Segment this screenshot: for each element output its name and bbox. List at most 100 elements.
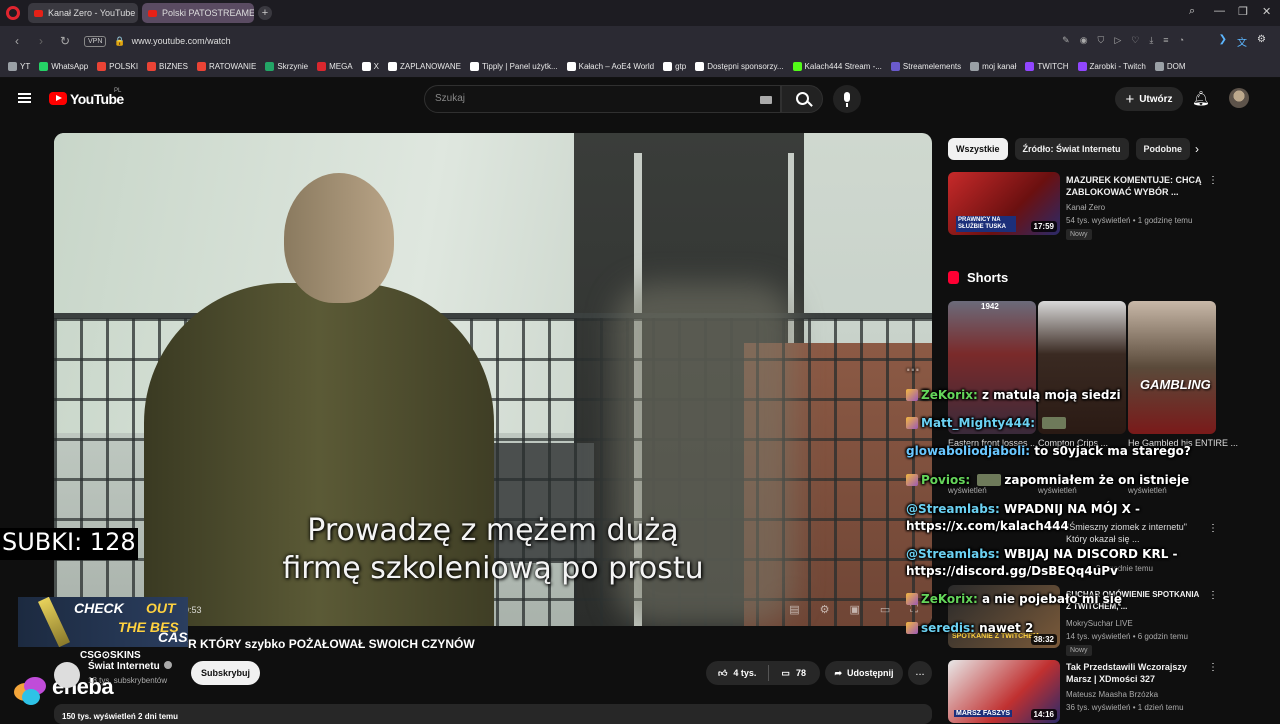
browser-tab-1[interactable]: Kanał Zero - YouTube — [28, 3, 138, 23]
video-duration: 38:32 — [1030, 634, 1057, 645]
minimize-icon[interactable]: — — [1214, 5, 1225, 17]
bookmark-item[interactable]: Dostępni sponsorzy... — [695, 62, 784, 71]
recommended-title[interactable]: MAZUREK KOMENTUJE: CHCĄ ZABLOKOWAĆ WYBÓR… — [1066, 174, 1204, 198]
chat-emote-icon — [1042, 417, 1067, 429]
bookmark-label: Streamelements — [902, 62, 962, 71]
create-button[interactable]: + Utwórz — [1115, 87, 1183, 111]
bookmark-item[interactable]: X — [361, 62, 379, 71]
chat-username: Povios: — [921, 473, 971, 487]
download-icon[interactable]: ⤓ — [1149, 35, 1153, 46]
translate-icon[interactable]: 文 — [1237, 34, 1247, 49]
search-button[interactable] — [781, 85, 823, 113]
tab-label: Polski PATOSTREAMER — [162, 8, 254, 18]
subtitle-line-2: firmę szkoleniową po prostu — [282, 551, 704, 586]
subscribe-button[interactable]: Subskrybuj — [191, 661, 260, 685]
recommended-thumbnail[interactable]: PRAWNICY NA SŁUŻBIE TUSKA 17:59 — [948, 172, 1060, 235]
reload-icon[interactable]: ↻ — [58, 34, 72, 48]
new-tab-button[interactable]: + — [258, 6, 272, 20]
voice-search-button[interactable] — [833, 85, 861, 113]
bookmark-item[interactable]: POLSKI — [97, 62, 138, 71]
bookmark-item[interactable]: RATOWANIE — [196, 62, 256, 71]
recommended-title[interactable]: Tak Przedstawili Wczorajszy Marsz | XDmo… — [1066, 661, 1204, 685]
bookmark-item[interactable]: WhatsApp — [39, 62, 88, 71]
channel-name[interactable]: Świat Internetu — [88, 661, 172, 672]
channel-avatar[interactable] — [54, 662, 80, 688]
streamelements-icon — [890, 62, 900, 71]
bookmark-item[interactable]: Tipply | Panel użytk... — [470, 62, 558, 71]
more-vert-icon[interactable]: ⋮ — [1208, 662, 1218, 673]
chat-text: https://discord.gg/DsBEQq4uPv — [906, 564, 1118, 578]
chat-text: ... — [906, 360, 920, 374]
search-tabs-icon[interactable]: ⌕ — [1189, 5, 1195, 18]
close-window-icon[interactable]: ✕ — [1262, 5, 1271, 18]
extension-icon[interactable]: ❯ — [1219, 34, 1227, 49]
edit-icon[interactable]: ✎ — [1062, 35, 1070, 46]
more-actions-button[interactable]: ... — [908, 661, 932, 685]
bookmark-item[interactable]: TWITCH — [1025, 62, 1069, 71]
video-duration: 17:59 — [1030, 221, 1057, 232]
youtube-logo-icon[interactable] — [49, 92, 67, 105]
recommended-meta: 36 tys. wyświetleń • 1 dzień temu — [1066, 703, 1184, 712]
menu-icon[interactable]: ≡ — [1163, 35, 1168, 46]
recommended-channel[interactable]: Kanał Zero — [1066, 202, 1105, 213]
k-icon — [792, 62, 802, 71]
recommended-channel[interactable]: Mateusz Maasha Brzózka — [1066, 689, 1158, 700]
bookmark-item[interactable]: BIZNES — [147, 62, 188, 71]
bookmark-item[interactable]: DOM — [1154, 62, 1186, 71]
share-button[interactable]: ➦ Udostępnij — [825, 661, 903, 685]
bookmark-item[interactable]: gtp — [663, 62, 686, 71]
url-field[interactable]: www.youtube.com/watch — [132, 36, 231, 46]
bookmark-item[interactable]: Kalach444 Stream -... — [792, 62, 882, 71]
heart-icon[interactable]: ♡ — [1131, 35, 1139, 46]
bookmark-label: BIZNES — [159, 62, 188, 71]
chat-username: glowaboliodjaboli: — [906, 444, 1031, 458]
bookmark-item[interactable]: Streamelements — [890, 62, 962, 71]
bookmark-item[interactable]: Zarobki - Twitch — [1077, 62, 1146, 71]
chevron-right-icon[interactable]: › — [1195, 142, 1199, 156]
shield-icon[interactable]: ⛉ — [1098, 35, 1105, 46]
search-input[interactable]: Szukaj — [424, 85, 781, 113]
hamburger-menu-icon[interactable] — [18, 93, 31, 103]
bookmark-item[interactable]: MEGA — [317, 62, 353, 71]
play-icon[interactable]: ▷ — [1114, 35, 1121, 46]
bookmark-item[interactable]: moj kanał — [970, 62, 1016, 71]
bookmark-item[interactable]: Skrzynie — [265, 62, 308, 71]
more-vert-icon[interactable]: ⋮ — [1208, 175, 1218, 186]
description-box[interactable]: 150 tys. wyświetleń 2 dni temu — [54, 704, 932, 724]
chat-username: @Streamlabs: — [906, 547, 1000, 561]
chip-all[interactable]: Wszystkie — [948, 138, 1008, 160]
account-avatar[interactable] — [1229, 88, 1249, 108]
vpn-badge[interactable]: VPN — [84, 35, 107, 47]
forward-icon[interactable]: › — [34, 34, 48, 48]
bookmark-item[interactable]: Kałach – AoE4 World — [566, 62, 654, 71]
miniplayer-icon[interactable]: ▣ — [849, 603, 859, 616]
chip-similar[interactable]: Podobne — [1135, 138, 1191, 160]
browser-tab-2[interactable]: Polski PATOSTREAMER — [142, 3, 254, 23]
keyboard-icon[interactable] — [760, 96, 772, 104]
opera-logo-icon[interactable] — [6, 6, 20, 20]
profile-icon[interactable]: ◔ — [1179, 35, 1184, 46]
lock-icon[interactable]: 🔒 — [114, 36, 125, 47]
notifications-bell-icon[interactable]: 🔔︎ — [1192, 90, 1210, 107]
settings-icon[interactable]: ⚙ — [820, 603, 830, 616]
gear-icon[interactable]: ⚙ — [1257, 34, 1266, 49]
camera-icon[interactable]: ◉ — [1080, 35, 1088, 46]
comments-button[interactable]: ▭ 78 — [769, 661, 818, 685]
like-button[interactable]: 👍︎ 4 tys. — [706, 661, 768, 685]
subtitles-icon[interactable]: ▤ — [789, 603, 799, 616]
folder-icon — [8, 62, 17, 71]
new-badge: Nowy — [1066, 229, 1092, 240]
chat-username: @Streamlabs: — [906, 502, 1000, 516]
chat-message: Povios: zapomniałem że on istnieje — [906, 473, 1266, 487]
chip-source[interactable]: Źródło: Świat Internetu — [1014, 138, 1129, 160]
channel-name-text[interactable]: Świat Internetu — [88, 661, 160, 672]
bookmark-item[interactable]: ZAPLANOWANE — [387, 62, 461, 71]
back-icon[interactable]: ‹ — [10, 34, 24, 48]
bookmark-item[interactable]: YT — [8, 62, 30, 71]
man-head — [284, 173, 394, 303]
openai-icon — [663, 62, 673, 71]
restore-icon[interactable]: ❐ — [1238, 5, 1248, 18]
video-player[interactable]: Prowadzę z mężem dużą firmę szkoleniową … — [54, 133, 932, 626]
recommended-thumbnail[interactable]: MARSZ FASZYS 14:16 — [948, 660, 1060, 723]
theater-icon[interactable]: ▭ — [880, 603, 890, 616]
